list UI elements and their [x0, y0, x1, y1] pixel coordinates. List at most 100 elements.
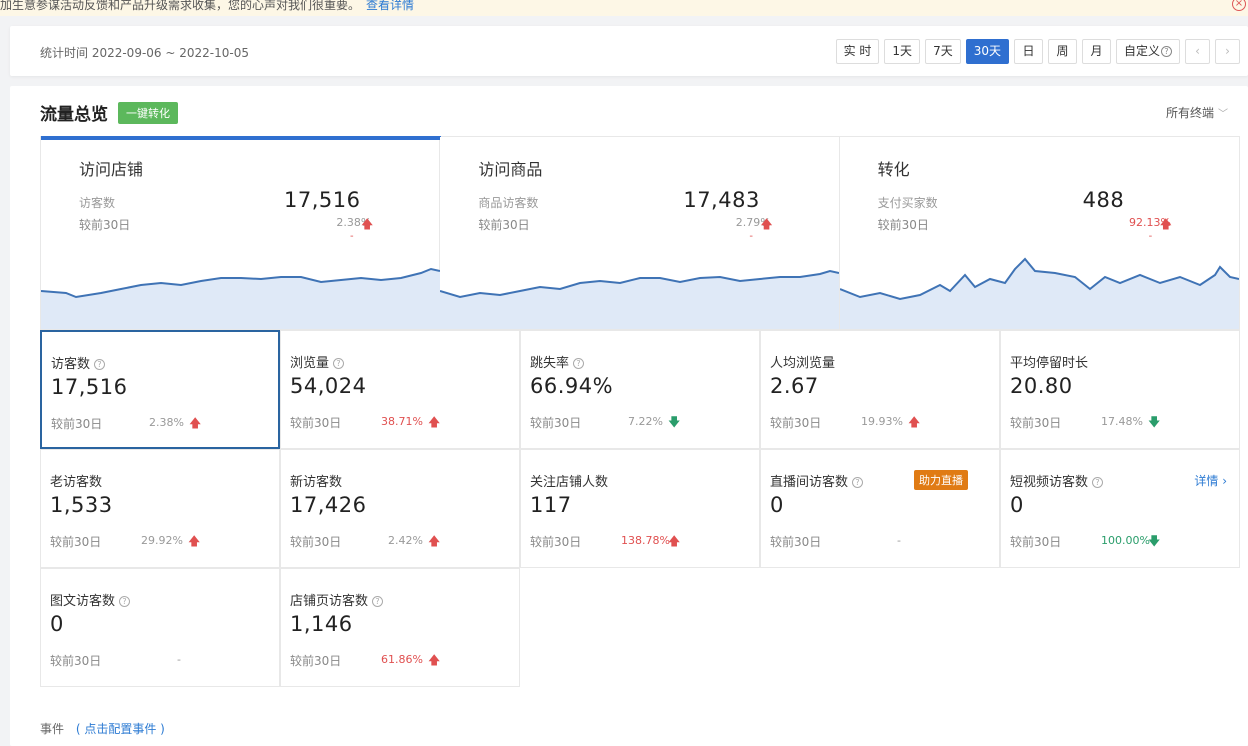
metric-article-visitors[interactable]: 图文访客数? 0 较前30日 -	[40, 568, 280, 687]
period-day-button[interactable]: 日	[1013, 39, 1043, 64]
metric-value: 1,533	[50, 493, 113, 517]
metric-compare: 较前30日	[530, 416, 582, 430]
metric-value: 17,516	[51, 375, 128, 399]
period-buttons: 实 时 1天 7天 30天 日 周 月 自定义? ‹ ›	[835, 39, 1240, 64]
card-dash: -	[350, 231, 354, 242]
convert-button[interactable]: 一键转化	[118, 101, 178, 124]
arrow-up-icon: 🡅	[908, 415, 921, 429]
metric-compare: 较前30日	[1010, 416, 1062, 430]
events-label: 事件	[40, 722, 65, 736]
metric-compare: 较前30日	[770, 535, 822, 549]
metric-label: 短视频访客数	[1010, 475, 1089, 490]
metric-compare: 较前30日	[50, 654, 102, 668]
metric-compare: 较前30日	[770, 416, 822, 430]
metric-pct: 138.78%	[621, 534, 670, 547]
metric-label: 跳失率	[530, 356, 570, 371]
period-custom-button[interactable]: 自定义?	[1115, 39, 1180, 64]
metric-pct: 2.38%	[149, 416, 184, 429]
notice-bar: 加生意参谋活动反馈和产品升级需求收集，您的心声对我们很重要。 查看详情 ×	[0, 0, 1248, 16]
metric-compare: 较前30日	[290, 416, 342, 430]
card-conversion[interactable]: 转化 支付买家数 488 较前30日 92.13% 🡅 -	[839, 137, 1239, 329]
next-period-button[interactable]: ›	[1215, 39, 1240, 64]
metric-store-followers[interactable]: 关注店铺人数 117 较前30日 138.78% 🡅	[520, 449, 760, 568]
card-dash: -	[749, 231, 753, 242]
terminal-label: 所有终端	[1165, 106, 1214, 120]
metric-value: 0	[770, 493, 784, 517]
metric-label: 访客数	[51, 357, 91, 372]
arrow-up-icon: 🡅	[361, 217, 374, 231]
metric-label: 平均停留时长	[1010, 356, 1089, 371]
metric-label: 新访客数	[290, 475, 343, 490]
period-label: 统计时间 2022-09-06 ~ 2022-10-05	[40, 46, 249, 60]
metric-value: 1,146	[290, 612, 353, 636]
card-label: 支付买家数	[877, 196, 938, 210]
metric-value: 117	[530, 493, 572, 517]
close-icon[interactable]: ×	[1232, 0, 1246, 11]
metric-new-visitors[interactable]: 新访客数 17,426 较前30日 2.42% 🡅	[280, 449, 520, 568]
details-link[interactable]: 详情 ›	[1194, 472, 1227, 489]
card-visit-product[interactable]: 访问商品 商品访客数 17,483 较前30日 2.79% 🡅 -	[440, 137, 840, 329]
metric-pct: -	[897, 534, 901, 547]
terminal-select[interactable]: 所有终端 ﹀	[1166, 104, 1228, 121]
card-compare: 较前30日	[877, 218, 929, 232]
metric-label: 直播间访客数	[770, 475, 849, 490]
metric-value: 54,024	[290, 374, 367, 398]
period-7day-button[interactable]: 7天	[925, 39, 961, 64]
metric-label: 浏览量	[290, 356, 330, 371]
metric-pct: 100.00%	[1101, 534, 1150, 547]
custom-label: 自定义	[1123, 44, 1160, 58]
help-icon[interactable]: ?	[94, 359, 106, 370]
metric-compare: 较前30日	[290, 654, 342, 668]
metric-compare: 较前30日	[51, 417, 103, 431]
period-week-button[interactable]: 周	[1047, 39, 1077, 64]
metric-pageviews[interactable]: 浏览量? 54,024 较前30日 38.71% 🡅	[280, 330, 520, 449]
card-value: 17,483	[683, 188, 760, 212]
live-boost-badge[interactable]: 助力直播	[914, 470, 968, 490]
card-label: 商品访客数	[478, 196, 539, 210]
card-label: 访客数	[79, 196, 116, 210]
card-visit-store[interactable]: 访问店铺 访客数 17,516 较前30日 2.38% 🡅 -	[41, 136, 442, 329]
arrow-up-icon: 🡅	[428, 415, 441, 429]
metric-pct: 2.42%	[388, 534, 423, 547]
arrow-up-icon: 🡅	[428, 653, 441, 667]
arrow-up-icon: 🡅	[189, 416, 202, 430]
metric-returning-visitors[interactable]: 老访客数 1,533 较前30日 29.92% 🡅	[40, 449, 280, 568]
card-compare: 较前30日	[478, 218, 530, 232]
help-icon[interactable]: ?	[1092, 477, 1104, 488]
notice-text: 加生意参谋活动反馈和产品升级需求收集，您的心声对我们很重要。	[0, 0, 361, 12]
metric-pct: 17.48%	[1101, 415, 1143, 428]
metric-store-page-visitors[interactable]: 店铺页访客数? 1,146 较前30日 61.86% 🡅	[280, 568, 520, 687]
period-30day-button[interactable]: 30天	[965, 39, 1009, 64]
period-1day-button[interactable]: 1天	[884, 39, 921, 64]
help-icon[interactable]: ?	[372, 596, 384, 607]
metric-label: 关注店铺人数	[530, 475, 609, 490]
metric-short-video-visitors[interactable]: 短视频访客数? 详情 › 0 较前30日 100.00% 🡇	[1000, 449, 1240, 568]
config-events-link[interactable]: ( 点击配置事件 )	[76, 722, 165, 736]
period-realtime-button[interactable]: 实 时	[835, 39, 880, 64]
sparkline-chart	[839, 257, 1239, 329]
arrow-up-icon: 🡅	[668, 534, 681, 548]
metric-bounce-rate[interactable]: 跳失率? 66.94% 较前30日 7.22% 🡇	[520, 330, 760, 449]
metric-visitors[interactable]: 访客数? 17,516 较前30日 2.38% 🡅	[40, 330, 280, 449]
help-icon[interactable]: ?	[852, 477, 864, 488]
help-icon[interactable]: ?	[573, 358, 585, 369]
help-icon: ?	[1161, 46, 1172, 57]
metric-compare: 较前30日	[290, 535, 342, 549]
prev-period-button[interactable]: ‹	[1185, 39, 1210, 64]
help-icon[interactable]: ?	[119, 596, 131, 607]
notice-link[interactable]: 查看详情	[366, 0, 414, 12]
help-icon[interactable]: ?	[333, 358, 345, 369]
metric-live-visitors[interactable]: 直播间访客数? 助力直播 0 较前30日 -	[760, 449, 1000, 568]
traffic-overview-panel: 流量总览 一键转化 所有终端 ﹀ 访问店铺 访客数 17,516 较前30日 2.…	[10, 86, 1248, 746]
card-title: 转化	[877, 160, 910, 179]
card-compare: 较前30日	[79, 218, 131, 232]
details-label: 详情	[1194, 474, 1219, 488]
metric-avg-duration[interactable]: 平均停留时长 20.80 较前30日 17.48% 🡇	[1000, 330, 1240, 449]
events-section: 事件 ( 点击配置事件 )	[40, 720, 165, 737]
card-value: 488	[1082, 188, 1125, 212]
period-month-button[interactable]: 月	[1081, 39, 1111, 64]
metric-label: 图文访客数	[50, 594, 116, 609]
metric-avg-pageviews[interactable]: 人均浏览量 2.67 较前30日 19.93% 🡅	[760, 330, 1000, 449]
overview-cards: 访问店铺 访客数 17,516 较前30日 2.38% 🡅 - 访问商品 商品访…	[40, 136, 1240, 330]
arrow-down-icon: 🡇	[668, 415, 681, 429]
